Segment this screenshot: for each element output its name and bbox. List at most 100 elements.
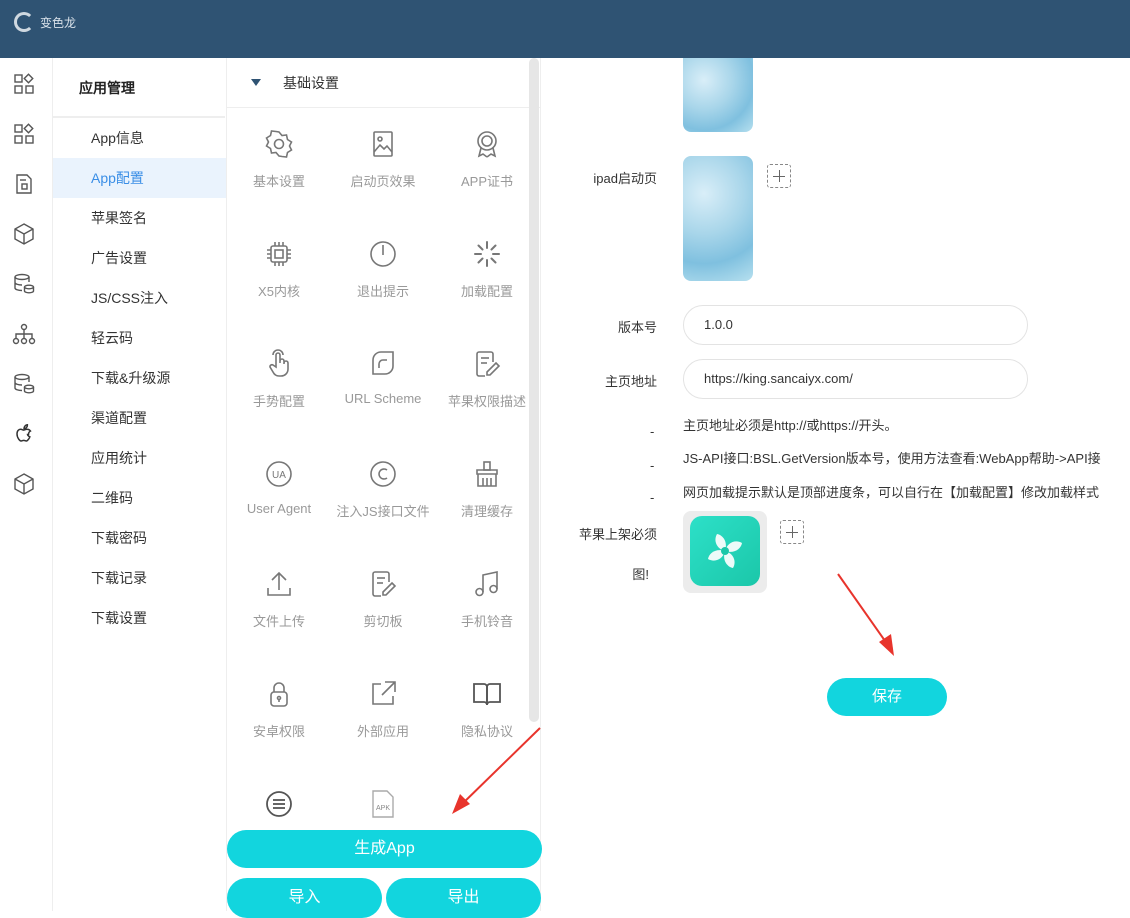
export-button[interactable]: 导出 bbox=[386, 878, 541, 918]
tool-exit-prompt[interactable]: 退出提示 bbox=[331, 226, 435, 336]
message-icon bbox=[263, 788, 295, 820]
logo-icon bbox=[14, 12, 34, 32]
copyright-icon bbox=[367, 458, 399, 490]
tool-ringtone[interactable]: 手机铃音 bbox=[435, 556, 539, 666]
sidebar-item-light-cloud-code[interactable]: 轻云码 bbox=[53, 318, 226, 358]
sidebar-item-app-stats[interactable]: 应用统计 bbox=[53, 438, 226, 478]
tool-label: APP证书 bbox=[460, 174, 513, 189]
apps-icon[interactable] bbox=[12, 122, 36, 146]
tool-android-permission[interactable]: 安卓权限 bbox=[227, 666, 331, 776]
icon-rail bbox=[0, 58, 53, 911]
hint-dash: - bbox=[650, 424, 655, 439]
image-icon bbox=[367, 128, 399, 160]
sidebar-item-app-config[interactable]: App配置 bbox=[53, 158, 226, 198]
tool-inject-js[interactable]: 注入JS接口文件 bbox=[331, 446, 435, 556]
tool-label: User Agent bbox=[246, 501, 312, 516]
document-icon[interactable] bbox=[12, 172, 36, 196]
tool-loading-config[interactable]: 加载配置 bbox=[435, 226, 539, 336]
apple-icon-image[interactable] bbox=[683, 511, 767, 593]
tool-user-agent[interactable]: UA User Agent bbox=[227, 446, 331, 556]
add-ipad-splash-icon[interactable] bbox=[767, 164, 791, 188]
tool-label: 外部应用 bbox=[356, 724, 409, 739]
apk-icon: APK bbox=[367, 788, 399, 820]
tool-apple-permission-desc[interactable]: 苹果权限描述 bbox=[435, 336, 539, 446]
hint-dash: - bbox=[650, 490, 655, 505]
tool-label: 剪切板 bbox=[363, 614, 403, 629]
version-input[interactable]: 1.0.0 bbox=[683, 305, 1028, 345]
sidebar-item-channel-config[interactable]: 渠道配置 bbox=[53, 398, 226, 438]
tool-splash-effect[interactable]: 启动页效果 bbox=[331, 116, 435, 226]
tool-file-upload[interactable]: 文件上传 bbox=[227, 556, 331, 666]
link-icon bbox=[367, 348, 399, 380]
tool-label: 退出提示 bbox=[356, 284, 409, 299]
chip-icon bbox=[263, 238, 295, 270]
sidebar-item-qrcode[interactable]: 二维码 bbox=[53, 478, 226, 518]
tool-app-certificate[interactable]: APP证书 bbox=[435, 116, 539, 226]
submenu-title: 应用管理 bbox=[53, 58, 225, 118]
sidebar-item-download-settings[interactable]: 下载设置 bbox=[53, 598, 226, 638]
tool-gesture-config[interactable]: 手势配置 bbox=[227, 336, 331, 446]
external-link-icon bbox=[367, 678, 399, 710]
app-logo bbox=[690, 516, 760, 586]
apps-icon[interactable] bbox=[12, 72, 36, 96]
ipad-splash-image[interactable] bbox=[683, 156, 753, 281]
tool-label: 手势配置 bbox=[252, 394, 305, 409]
version-label: 版本号 bbox=[617, 320, 657, 335]
apple-required-label-2: 图! bbox=[632, 567, 649, 582]
tool-label: 文件上传 bbox=[252, 614, 305, 629]
network-icon[interactable] bbox=[12, 322, 36, 346]
music-icon bbox=[471, 568, 503, 600]
tool-external-app[interactable]: 外部应用 bbox=[331, 666, 435, 776]
tool-basic-settings[interactable]: 基本设置 bbox=[227, 116, 331, 226]
tool-label: 清理缓存 bbox=[460, 504, 513, 519]
caret-down-icon bbox=[251, 79, 261, 86]
power-icon bbox=[367, 238, 399, 270]
scrollbar[interactable] bbox=[529, 58, 539, 722]
sidebar-item-download-password[interactable]: 下载密码 bbox=[53, 518, 226, 558]
sidebar-item-download-upgrade[interactable]: 下载&升级源 bbox=[53, 358, 226, 398]
tool-clear-cache[interactable]: 清理缓存 bbox=[435, 446, 539, 556]
sidebar-item-download-records[interactable]: 下载记录 bbox=[53, 558, 226, 598]
database-icon[interactable] bbox=[12, 272, 36, 296]
cube-icon[interactable] bbox=[12, 472, 36, 496]
import-button[interactable]: 导入 bbox=[227, 878, 382, 918]
add-apple-icon[interactable] bbox=[780, 520, 804, 544]
tool-url-scheme[interactable]: URL Scheme bbox=[331, 336, 435, 446]
tool-label: 苹果权限描述 bbox=[447, 394, 526, 409]
annotation-arrow bbox=[452, 727, 541, 814]
hint-loading: 网页加载提示默认是顶部进度条，可以自行在【加载配置】修改加载样式 bbox=[683, 485, 1100, 500]
apple-icon[interactable] bbox=[12, 422, 36, 446]
main-form: ipad启动页 版本号 1.0.0 主页地址 https://king.sanc… bbox=[541, 58, 1130, 911]
edit-icon bbox=[471, 348, 503, 380]
database-icon[interactable] bbox=[12, 372, 36, 396]
sidebar-item-apple-sign[interactable]: 苹果签名 bbox=[53, 198, 226, 238]
cube-icon[interactable] bbox=[12, 222, 36, 246]
hint-dash: - bbox=[650, 458, 655, 473]
logo-text: 变色龙 bbox=[40, 15, 77, 30]
homepage-label: 主页地址 bbox=[604, 374, 657, 389]
homepage-input[interactable]: https://king.sancaiyx.com/ bbox=[683, 359, 1028, 399]
generate-app-button[interactable]: 生成App bbox=[227, 830, 542, 868]
tool-label: 启动页效果 bbox=[350, 174, 416, 189]
hand-icon bbox=[263, 348, 295, 380]
broom-icon bbox=[471, 458, 503, 490]
section-header[interactable]: 基础设置 bbox=[227, 58, 540, 108]
splash-image-thumb[interactable] bbox=[683, 58, 753, 132]
gear-icon bbox=[263, 128, 295, 160]
tool-clipboard[interactable]: 剪切板 bbox=[331, 556, 435, 666]
svg-text:APK: APK bbox=[376, 805, 390, 812]
tool-label: 安卓权限 bbox=[252, 724, 305, 739]
tool-x5-kernel[interactable]: X5内核 bbox=[227, 226, 331, 336]
tool-label: 注入JS接口文件 bbox=[336, 504, 430, 519]
hint-homepage: 主页地址必须是http://或https://开头。 bbox=[683, 418, 898, 433]
ua-icon: UA bbox=[263, 458, 295, 490]
save-button[interactable]: 保存 bbox=[827, 678, 947, 716]
sidebar-item-js-css-inject[interactable]: JS/CSS注入 bbox=[53, 278, 226, 318]
loading-icon bbox=[471, 238, 503, 270]
sidebar-item-app-info[interactable]: App信息 bbox=[53, 118, 226, 158]
certificate-icon bbox=[471, 128, 503, 160]
tool-label: X5内核 bbox=[258, 284, 300, 299]
logo[interactable]: 变色龙 bbox=[14, 12, 76, 32]
sidebar-item-ad-settings[interactable]: 广告设置 bbox=[53, 238, 226, 278]
book-icon bbox=[471, 678, 503, 710]
